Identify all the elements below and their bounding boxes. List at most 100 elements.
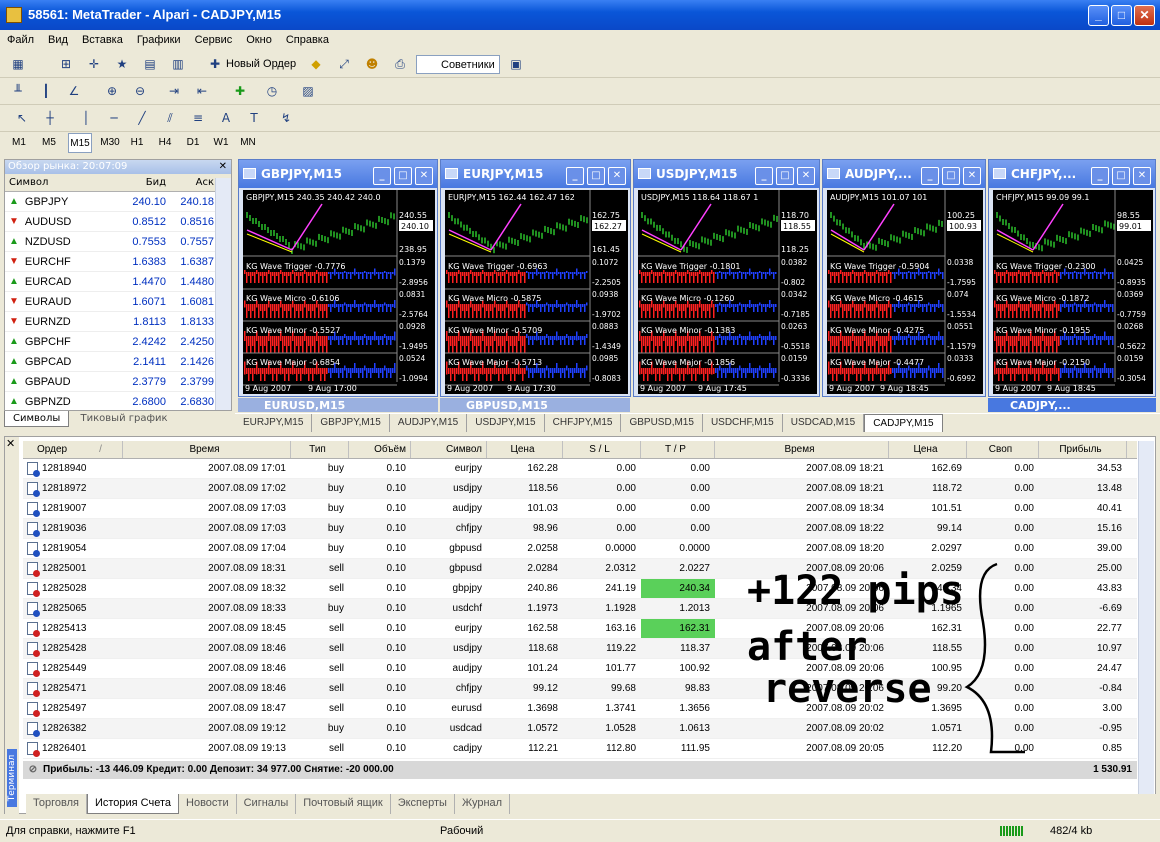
tf-d1[interactable]: D1 xyxy=(182,133,204,153)
text-tool-icon[interactable]: A xyxy=(216,109,236,128)
menu-file[interactable]: Файл xyxy=(0,30,41,50)
column-header[interactable]: Объём xyxy=(349,441,411,458)
terminal-tab[interactable]: Торговля xyxy=(26,794,87,814)
chart-tab[interactable]: CHFJPY,M15 xyxy=(545,414,622,432)
chart-tab[interactable]: EURJPY,M15 xyxy=(235,414,313,432)
fibo-icon[interactable]: ≡ xyxy=(188,109,208,128)
templates-icon[interactable]: ▨ xyxy=(298,82,318,101)
print-icon[interactable]: ⎙ xyxy=(390,55,410,74)
minimize-button[interactable]: _ xyxy=(1088,5,1109,26)
column-header[interactable]: Время xyxy=(123,441,291,458)
hidden-chart-window[interactable]: EURUSD,M15 xyxy=(238,398,438,412)
chart-window-title[interactable]: AUDJPY,... _ □ ✕ xyxy=(823,160,985,188)
menu-window[interactable]: Окно xyxy=(239,30,279,50)
column-header[interactable]: Символ xyxy=(411,441,487,458)
indicators-icon[interactable]: ✚ xyxy=(230,82,250,101)
market-watch-row[interactable]: ▲ GBPJPY 240.10 240.18 xyxy=(5,192,231,212)
new-order-button[interactable]: Новый Ордер xyxy=(222,55,300,74)
tab-symbols[interactable]: Символы xyxy=(4,411,70,427)
terminal-tab[interactable]: Сигналы xyxy=(237,794,297,814)
chart-window[interactable]: USDJPY,M15 _ □ ✕ USDJPY,M15 118.64 118.67 1… xyxy=(633,159,820,397)
market-watch-scrollbar[interactable] xyxy=(215,178,231,410)
table-row[interactable]: 12819007 2007.08.09 17:03 buy 0.10 audjpy 101… xyxy=(23,499,1137,519)
column-header[interactable]: Цена xyxy=(889,441,967,458)
chart-window-title[interactable]: EURJPY,M15 _ □ ✕ xyxy=(441,160,630,188)
column-header[interactable]: S / L xyxy=(563,441,641,458)
candles-icon[interactable]: ┃ xyxy=(36,82,56,101)
maximize-button[interactable]: □ xyxy=(942,167,960,185)
tf-m30[interactable]: M30 xyxy=(98,133,122,153)
chart-tab[interactable]: GBPJPY,M15 xyxy=(312,414,390,432)
chart-window[interactable]: GBPJPY,M15 _ □ ✕ GBPJPY,M15 240.35 240.42 2… xyxy=(238,159,438,397)
window-title-bar[interactable]: 58561: MetaTrader - Alpari - CADJPY,M15 … xyxy=(0,0,1160,30)
experts-button[interactable]: Советники xyxy=(416,55,500,74)
chart-tab[interactable]: USDJPY,M15 xyxy=(467,414,545,432)
column-header[interactable]: Ордер / xyxy=(23,441,123,458)
label-tool-icon[interactable]: T xyxy=(244,109,264,128)
chart-window[interactable]: CHFJPY,... _ □ ✕ CHFJPY,M15 99.09 99.1 99.01… xyxy=(988,159,1156,397)
chart-area[interactable]: USDJPY,M15 118.64 118.67 1 118.55 118.70 11… xyxy=(638,190,817,394)
menu-tools[interactable]: Сервис xyxy=(188,30,240,50)
people-icon[interactable]: ☻ xyxy=(362,55,382,74)
new-chart-icon[interactable]: ▦ xyxy=(8,55,28,74)
market-watch-row[interactable]: ▲ EURCAD 1.4470 1.4480 xyxy=(5,272,231,292)
minimize-button[interactable]: _ xyxy=(373,167,391,185)
menu-insert[interactable]: Вставка xyxy=(75,30,130,50)
chart-shift-icon[interactable]: ⇤ xyxy=(192,82,212,101)
cursor-icon[interactable]: ↖ xyxy=(12,109,32,128)
column-header[interactable]: Своп xyxy=(967,441,1039,458)
chart-window-title[interactable]: USDJPY,M15 _ □ ✕ xyxy=(634,160,819,188)
minimize-button[interactable]: _ xyxy=(755,167,773,185)
chart-area[interactable]: GBPJPY,M15 240.35 240.42 240.0 240.10 240.… xyxy=(243,190,435,394)
tf-m5[interactable]: M5 xyxy=(38,133,60,153)
col-bid[interactable]: Бид xyxy=(115,174,166,191)
column-header[interactable]: Прибыль xyxy=(1039,441,1127,458)
chart-tab[interactable]: CADJPY,M15 xyxy=(864,414,943,432)
chart-tab[interactable]: USDCHF,M15 xyxy=(703,414,783,432)
terminal-tab[interactable]: Журнал xyxy=(455,794,511,814)
terminal-tab[interactable]: Новости xyxy=(179,794,237,814)
close-button[interactable]: ✕ xyxy=(963,167,981,185)
close-button[interactable]: ✕ xyxy=(1133,167,1151,185)
horizontal-line-icon[interactable]: ─ xyxy=(104,109,124,128)
market-watch-row[interactable]: ▲ GBPNZD 2.6800 2.6830 xyxy=(5,392,231,412)
tf-w1[interactable]: W1 xyxy=(210,133,232,153)
tf-mn[interactable]: MN xyxy=(236,133,260,153)
minimize-button[interactable]: _ xyxy=(921,167,939,185)
tf-h1[interactable]: H1 xyxy=(126,133,148,153)
table-row[interactable]: 12818972 2007.08.09 17:02 buy 0.10 usdjpy 118… xyxy=(23,479,1137,499)
market-watch-row[interactable]: ▲ GBPAUD 2.3779 2.3799 xyxy=(5,372,231,392)
market-watch-row[interactable]: ▼ EURNZD 1.8113 1.8133 xyxy=(5,312,231,332)
chart-tab[interactable]: AUDJPY,M15 xyxy=(390,414,468,432)
active-chart-window[interactable]: CADJPY,... xyxy=(988,398,1156,412)
column-header[interactable]: Тип xyxy=(291,441,349,458)
autoscroll-icon[interactable]: ⇥ xyxy=(164,82,184,101)
menu-view[interactable]: Вид xyxy=(41,30,75,50)
minimize-button[interactable]: _ xyxy=(1091,167,1109,185)
chart-window-title[interactable]: CHFJPY,... _ □ ✕ xyxy=(989,160,1155,188)
maximize-button[interactable]: □ xyxy=(1111,5,1132,26)
market-watch-row[interactable]: ▼ AUDUSD 0.8512 0.8516 xyxy=(5,212,231,232)
market-watch-row[interactable]: ▼ EURAUD 1.6071 1.6081 xyxy=(5,292,231,312)
trendline-icon[interactable]: ╱ xyxy=(132,109,152,128)
close-button[interactable]: ✕ xyxy=(797,167,815,185)
maximize-button[interactable]: □ xyxy=(394,167,412,185)
options-icon[interactable]: ▣ xyxy=(506,55,526,74)
bar-chart-icon[interactable]: ╨ xyxy=(8,82,28,101)
fullscreen-icon[interactable]: ⤢ xyxy=(334,55,354,74)
close-button[interactable]: ✕ xyxy=(608,167,626,185)
data-window-icon[interactable]: ▤ xyxy=(140,55,160,74)
line-chart-icon[interactable]: ∠ xyxy=(64,82,84,101)
close-icon[interactable]: ✕ xyxy=(219,160,227,174)
menu-help[interactable]: Справка xyxy=(279,30,336,50)
chart-tab[interactable]: GBPUSD,M15 xyxy=(621,414,703,432)
price-chart[interactable]: AUDJPY,M15 101.07 101100.93100.25KG Wave… xyxy=(827,190,983,394)
menu-charts[interactable]: Графики xyxy=(130,30,188,50)
chart-area[interactable]: AUDJPY,M15 101.07 101 100.93 100.25 KG Wave… xyxy=(827,190,983,394)
chart-area[interactable]: EURJPY,M15 162.44 162.47 162 162.27 162.75… xyxy=(445,190,628,394)
chart-area[interactable]: CHFJPY,M15 99.09 99.1 99.01 98.55 KG Wave T… xyxy=(993,190,1153,394)
maximize-button[interactable]: □ xyxy=(587,167,605,185)
hidden-chart-window[interactable]: GBPUSD,M15 xyxy=(440,398,630,412)
tab-tick-chart[interactable]: Тиковый график xyxy=(73,411,176,426)
tf-h4[interactable]: H4 xyxy=(154,133,176,153)
